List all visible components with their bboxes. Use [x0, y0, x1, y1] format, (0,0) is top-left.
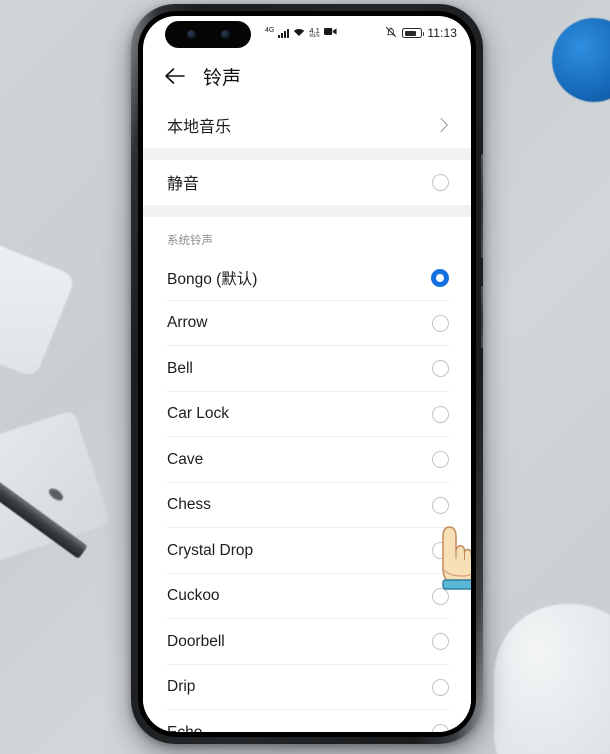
radio-button[interactable] [432, 678, 449, 696]
list-item-label: Bell [167, 359, 193, 377]
desk-prop-blue-object [552, 18, 610, 102]
list-item-label: 本地音乐 [167, 118, 232, 136]
list-item-label: Crystal Drop [167, 541, 254, 559]
network-speed-icon: 4.1 kb/s [309, 26, 320, 40]
system-ringtone-rows: Bongo (默认) Arrow Bell Car Lock Cave Chess Crys… [143, 255, 471, 732]
radio-button[interactable] [432, 724, 449, 732]
list-item-label: Arrow [167, 314, 208, 332]
phone-screen: 4G 4.1 kb/s 11:13 铃声 本地音乐 静音 系统铃声 Bongo … [143, 16, 471, 732]
list-item-label: Doorbell [167, 632, 225, 650]
list-item-ringtone[interactable]: Arrow [143, 300, 471, 346]
radio-button[interactable] [432, 542, 449, 560]
list-item-label: Car Lock [167, 405, 230, 423]
list-item-ringtone[interactable]: Car Lock [143, 391, 471, 437]
section-gap [143, 147, 471, 160]
list-item-ringtone[interactable]: Doorbell [143, 619, 471, 665]
clock-label: 11:13 [427, 26, 457, 40]
back-arrow-icon [165, 68, 185, 84]
list-item-local-music[interactable]: 本地音乐 [143, 102, 471, 148]
group-system-ringtones: 系统铃声 Bongo (默认) Arrow Bell Car Lock Cave Ches… [143, 217, 471, 732]
signal-bars-icon [278, 28, 290, 38]
punch-hole-camera [165, 21, 251, 48]
scene: 4G 4.1 kb/s 11:13 铃声 本地音乐 静音 系统铃声 Bongo … [0, 0, 610, 754]
page-title: 铃声 [203, 67, 242, 89]
network-type-label: 4G [265, 26, 275, 34]
radio-button[interactable] [432, 314, 449, 332]
section-header-system-ringtones: 系统铃声 [143, 217, 471, 255]
list-item-label: Cuckoo [167, 587, 220, 605]
ringtone-list[interactable]: 本地音乐 静音 系统铃声 Bongo (默认) Arrow Bell Car L… [143, 102, 471, 732]
phone-device: 4G 4.1 kb/s 11:13 铃声 本地音乐 静音 系统铃声 Bongo … [131, 4, 483, 744]
desk-prop-mouse [494, 604, 610, 754]
radio-button[interactable] [432, 587, 449, 605]
list-item-ringtone[interactable]: Bell [143, 346, 471, 392]
list-item-ringtone[interactable]: Crystal Drop [143, 528, 471, 574]
list-item-label: Bongo (默认) [167, 270, 258, 288]
list-item-label: Cave [167, 450, 204, 468]
back-button[interactable] [161, 62, 189, 90]
list-item-ringtone[interactable]: Cave [143, 437, 471, 483]
chevron-right-icon [433, 117, 449, 132]
radio-button[interactable] [432, 451, 449, 469]
radio-button[interactable] [432, 633, 449, 651]
power-button[interactable] [481, 286, 483, 348]
app-bar: 铃声 [143, 50, 471, 102]
radio-button[interactable] [432, 173, 449, 191]
list-item-ringtone[interactable]: Chess [143, 482, 471, 528]
desk-prop-card-upper [0, 231, 77, 379]
radio-button[interactable] [432, 405, 449, 423]
list-item-label: Drip [167, 678, 196, 696]
list-item-ringtone[interactable]: Echo [143, 710, 471, 732]
camera-lens-left [186, 30, 196, 39]
status-bar: 4G 4.1 kb/s 11:13 [143, 16, 471, 50]
status-bar-left: 4G 4.1 kb/s [265, 26, 337, 40]
list-item-ringtone[interactable]: Bongo (默认) [143, 255, 471, 301]
battery-icon [402, 28, 425, 38]
radio-button[interactable] [432, 360, 449, 378]
list-item-label: Chess [167, 496, 211, 514]
volume-button[interactable] [481, 154, 483, 258]
group-local-music: 本地音乐 [143, 102, 471, 148]
mute-bell-icon [385, 26, 397, 41]
section-gap [143, 205, 471, 217]
list-item-ringtone[interactable]: Cuckoo [143, 573, 471, 619]
wifi-icon [293, 27, 305, 40]
list-item-label: Echo [167, 724, 432, 732]
network-speed-unit: kb/s [309, 33, 320, 39]
radio-button[interactable] [432, 496, 449, 514]
list-item-silent[interactable]: 静音 [143, 159, 471, 205]
status-bar-right: 11:13 [385, 26, 457, 41]
screen-record-icon [323, 27, 337, 39]
list-item-ringtone[interactable]: Drip [143, 664, 471, 710]
radio-button-selected[interactable] [431, 268, 449, 287]
group-silent: 静音 [143, 159, 471, 205]
camera-lens-right [220, 30, 230, 39]
list-item-label: 静音 [167, 176, 200, 194]
